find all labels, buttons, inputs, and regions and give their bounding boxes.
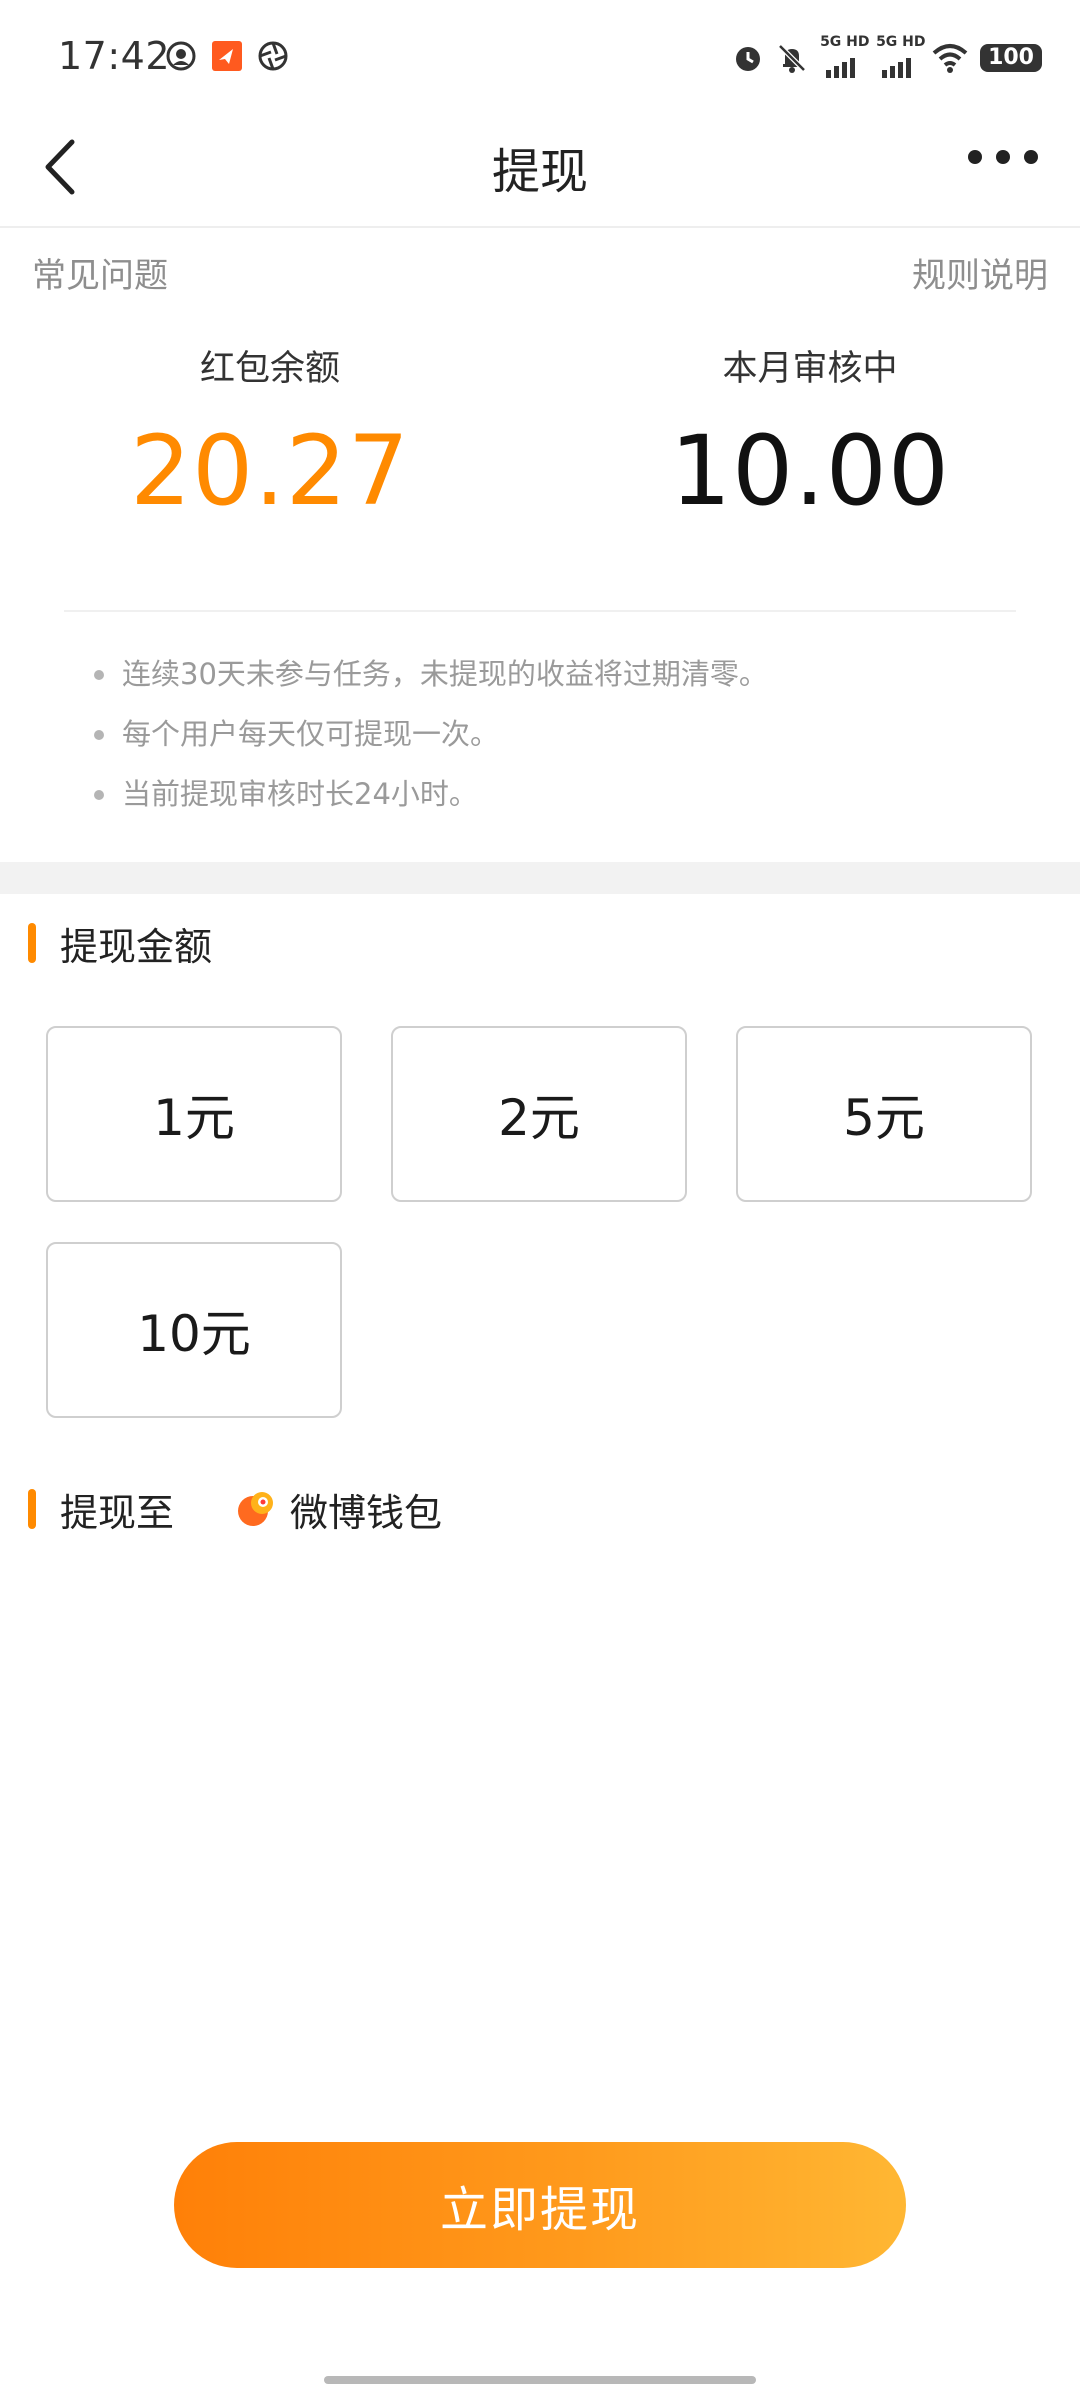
signal-5g-icon: 5G HD bbox=[876, 34, 926, 78]
aperture-icon bbox=[258, 41, 288, 71]
review-label: 本月审核中 bbox=[722, 349, 898, 389]
more-button[interactable] bbox=[968, 150, 1038, 164]
status-right-icons: 5G HD 5G HD 100 bbox=[732, 34, 1042, 78]
status-time: 17:42 bbox=[58, 34, 171, 78]
wifi-icon bbox=[932, 44, 968, 73]
top-links: 常见问题 规则说明 bbox=[32, 248, 1048, 298]
home-indicator[interactable] bbox=[324, 2376, 756, 2384]
weibo-wallet-icon bbox=[238, 1492, 274, 1526]
battery-indicator: 100 bbox=[980, 44, 1042, 72]
red-packet-balance: 红包余额 20.27 bbox=[0, 340, 540, 527]
section-accent-bar bbox=[28, 1489, 36, 1529]
rules-link[interactable]: 规则说明 bbox=[912, 248, 1048, 297]
notification-circle-icon bbox=[166, 41, 196, 71]
amount-option-10[interactable]: 10元 bbox=[46, 1242, 342, 1418]
balance-label: 红包余额 bbox=[199, 349, 340, 389]
amount-option-2[interactable]: 2元 bbox=[391, 1026, 687, 1202]
amount-option-5[interactable]: 5元 bbox=[736, 1026, 1032, 1202]
withdraw-now-button[interactable]: 立即提现 bbox=[174, 2142, 906, 2268]
list-item: 当前提现审核时长24小时。 bbox=[94, 772, 768, 832]
status-bar: 17:42 5G HD 5G HD 100 bbox=[0, 0, 1080, 110]
amount-section-header: 提现金额 bbox=[28, 918, 213, 969]
faq-link[interactable]: 常见问题 bbox=[32, 248, 168, 297]
list-item: 每个用户每天仅可提现一次。 bbox=[94, 712, 768, 772]
mute-bell-icon bbox=[778, 44, 806, 73]
wallet-name: 微博钱包 bbox=[290, 1490, 443, 1535]
destination-title: 提现至 bbox=[60, 1490, 175, 1535]
more-dots-icon bbox=[968, 150, 1038, 164]
amount-section-title: 提现金额 bbox=[60, 924, 213, 969]
monthly-review-balance: 本月审核中 10.00 bbox=[540, 340, 1080, 527]
signal-5g-icon: 5G HD bbox=[820, 34, 870, 78]
alarm-icon bbox=[736, 47, 761, 71]
section-separator bbox=[0, 862, 1080, 894]
status-left-icons bbox=[165, 40, 289, 72]
page-title: 提现 bbox=[491, 144, 588, 200]
tips-list: 连续30天未参与任务，未提现的收益将过期清零。 每个用户每天仅可提现一次。 当前… bbox=[94, 652, 768, 832]
list-item: 连续30天未参与任务，未提现的收益将过期清零。 bbox=[94, 652, 768, 712]
wallet-option[interactable]: 微博钱包 bbox=[236, 1482, 442, 1537]
app-badge-icon bbox=[212, 41, 242, 71]
divider bbox=[64, 610, 1016, 612]
nav-bar: 提现 bbox=[0, 110, 1080, 228]
section-accent-bar bbox=[28, 923, 36, 963]
review-value: 10.00 bbox=[670, 415, 950, 527]
amount-option-1[interactable]: 1元 bbox=[46, 1026, 342, 1202]
balance-value: 20.27 bbox=[130, 415, 410, 527]
destination-section-header: 提现至 微博钱包 bbox=[28, 1482, 442, 1537]
